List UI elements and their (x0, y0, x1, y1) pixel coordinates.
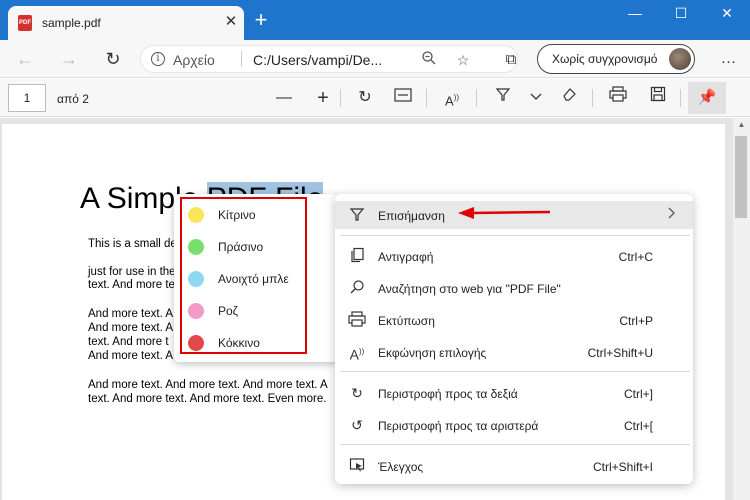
menu-item-shortcut: Ctrl+Shift+U (587, 346, 653, 360)
settings-more-icon[interactable]: … (718, 49, 740, 71)
back-icon[interactable]: ← (12, 47, 38, 71)
menu-item-label: Έλεγχος (378, 460, 424, 474)
print-icon (347, 311, 367, 329)
fit-to-page-icon[interactable] (391, 86, 415, 110)
menu-item-label: Περιστροφή προς τα δεξιά (378, 387, 518, 401)
chevron-right-icon (667, 206, 677, 223)
menu-item-label: Εκφώνηση επιλογής (378, 346, 487, 360)
navigation-bar: ← → ↻ i Αρχείο C:/Users/vampi/De... ☆ ⧉ … (0, 40, 750, 78)
search-icon (347, 279, 367, 297)
print-icon[interactable] (606, 86, 630, 110)
menu-item-web-search[interactable]: Αναζήτηση στο web για "PDF File" (335, 274, 693, 302)
close-window-icon[interactable]: ✕ (704, 3, 750, 25)
info-icon[interactable]: i (151, 52, 165, 66)
eraser-icon[interactable] (557, 86, 581, 110)
save-icon[interactable] (646, 86, 670, 110)
menu-divider (340, 235, 690, 236)
menu-item-label: Επισήμανση (378, 209, 445, 223)
sync-label: Χωρίς συγχρονισμό (552, 52, 658, 66)
document-line: And more text. A (88, 308, 174, 320)
pdf-file-icon: PDF (18, 15, 32, 31)
menu-item-read-aloud[interactable]: A)) Εκφώνηση επιλογής Ctrl+Shift+U (335, 338, 693, 366)
scroll-thumb[interactable] (735, 136, 747, 218)
rotate-icon[interactable]: ↻ (353, 86, 377, 110)
minimize-icon[interactable]: — (612, 3, 658, 25)
page-number-input[interactable]: 1 (8, 84, 46, 112)
pdf-toolbar: 1 από 2 — + ↻ A)) 📌 (0, 79, 750, 117)
highlighter-icon (347, 206, 367, 224)
menu-item-rotate-left[interactable]: ↺ Περιστροφή προς τα αριστερά Ctrl+[ (335, 411, 693, 439)
menu-item-inspect[interactable]: Έλεγχος Ctrl+Shift+I (335, 452, 693, 480)
highlight-icon[interactable] (491, 86, 515, 110)
menu-item-label: Αναζήτηση στο web για "PDF File" (378, 282, 561, 296)
page-count-label: από 2 (57, 92, 89, 106)
menu-item-rotate-right[interactable]: ↻ Περιστροφή προς τα δεξιά Ctrl+] (335, 379, 693, 407)
new-tab-icon[interactable]: + (250, 9, 272, 32)
vertical-scrollbar[interactable]: ▲ (733, 118, 750, 500)
menu-divider (340, 444, 690, 445)
forward-icon[interactable]: → (56, 47, 82, 71)
menu-item-label: Περιστροφή προς τα αριστερά (378, 419, 539, 433)
read-aloud-icon: A)) (349, 346, 365, 363)
inspect-icon (347, 457, 367, 475)
address-file-label: Αρχείο (173, 52, 215, 68)
menu-divider (340, 371, 690, 372)
title-bar: PDF sample.pdf ✕ + — ☐ ✕ (0, 0, 750, 40)
close-tab-icon[interactable]: ✕ (222, 13, 240, 31)
copy-icon (347, 247, 367, 265)
read-aloud-icon[interactable]: A)) (440, 86, 464, 110)
refresh-icon[interactable]: ↻ (100, 47, 126, 71)
zoom-in-icon[interactable]: + (311, 86, 335, 110)
collections-icon[interactable]: ⧉ (500, 49, 522, 71)
rotate-right-icon: ↻ (351, 385, 363, 401)
toolbar-divider (680, 89, 681, 107)
maximize-icon[interactable]: ☐ (658, 3, 704, 25)
document-line: And more text. A (88, 322, 174, 334)
toolbar-divider (592, 89, 593, 107)
chevron-down-icon[interactable] (524, 86, 548, 110)
tab-title: sample.pdf (42, 16, 101, 30)
favorite-star-icon[interactable]: ☆ (453, 50, 473, 70)
menu-item-shortcut: Ctrl+Shift+I (592, 460, 653, 474)
document-line: text. And more t (88, 336, 169, 348)
zoom-icon[interactable] (419, 50, 439, 70)
profile-sync-button[interactable]: Χωρίς συγχρονισμό (537, 44, 695, 74)
pin-toolbar-icon[interactable]: 📌 (688, 82, 726, 114)
document-line: And more text. And more text. And more t… (88, 379, 328, 391)
menu-item-label: Αντιγραφή (378, 250, 434, 264)
address-url[interactable]: C:/Users/vampi/De... (253, 52, 382, 68)
zoom-out-icon[interactable]: — (272, 86, 296, 110)
document-line: just for use in the (88, 266, 176, 278)
toolbar-divider (340, 89, 341, 107)
scroll-up-icon[interactable]: ▲ (733, 120, 750, 134)
toolbar-divider (426, 89, 427, 107)
document-line: text. And more text. And more text. Even… (88, 393, 327, 405)
document-line: And more text. A (88, 350, 174, 362)
document-line: This is a small de (88, 238, 177, 250)
annotation-arrow (458, 207, 551, 219)
menu-item-shortcut: Ctrl+P (619, 314, 653, 328)
address-bar[interactable]: i Αρχείο C:/Users/vampi/De... ☆ (140, 45, 518, 73)
menu-item-shortcut: Ctrl+C (618, 250, 653, 264)
browser-tab[interactable]: PDF sample.pdf ✕ (8, 6, 244, 40)
document-line: text. And more te (88, 279, 175, 291)
rotate-left-icon: ↺ (351, 417, 363, 433)
address-divider (241, 51, 242, 67)
menu-item-print[interactable]: Εκτύπωση Ctrl+P (335, 306, 693, 334)
menu-item-copy[interactable]: Αντιγραφή Ctrl+C (335, 242, 693, 270)
annotation-highlight-frame (180, 197, 307, 354)
menu-item-shortcut: Ctrl+] (623, 387, 653, 401)
menu-item-shortcut: Ctrl+[ (623, 419, 653, 433)
menu-item-label: Εκτύπωση (378, 314, 435, 328)
toolbar-divider (476, 89, 477, 107)
avatar (669, 48, 691, 70)
